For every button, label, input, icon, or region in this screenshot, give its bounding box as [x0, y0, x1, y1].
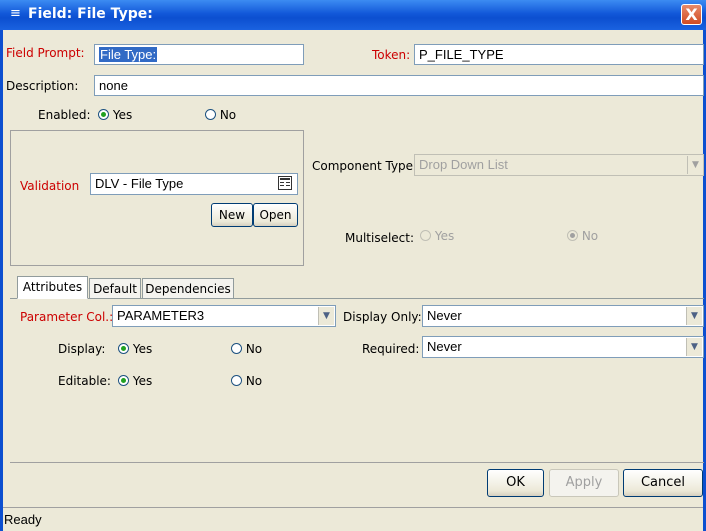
enabled-label: Enabled:: [38, 108, 91, 122]
tab-default[interactable]: Default: [89, 278, 141, 298]
radio-checked-icon: [98, 109, 109, 120]
display-yes-radio[interactable]: Yes: [118, 342, 152, 356]
radio-unchecked-icon: [231, 375, 242, 386]
tab-dependencies[interactable]: Dependencies: [142, 278, 234, 298]
display-no-radio[interactable]: No: [231, 342, 262, 356]
parameter-col-label: Parameter Col.:: [20, 310, 114, 324]
field-prompt-input[interactable]: File Type:: [94, 44, 304, 65]
editable-yes-label: Yes: [132, 374, 153, 388]
multiselect-no-radio[interactable]: No: [567, 229, 598, 243]
radio-checked-icon: [118, 375, 129, 386]
window-icon: ≡: [10, 6, 21, 21]
token-input[interactable]: P_FILE_TYPE: [414, 44, 704, 65]
component-type-dropdown[interactable]: Drop Down List: [414, 154, 704, 176]
chevron-down-icon[interactable]: ▼: [686, 307, 702, 325]
window-border-left: [0, 30, 3, 531]
display-only-dropdown[interactable]: Never: [422, 305, 704, 327]
editable-no-label: No: [245, 374, 263, 388]
radio-unchecked-icon: [205, 109, 216, 120]
enabled-no-radio[interactable]: No: [205, 108, 236, 122]
editable-no-radio[interactable]: No: [231, 374, 262, 388]
parameter-col-dropdown[interactable]: PARAMETER3: [112, 305, 336, 327]
validation-group: [10, 130, 304, 266]
enabled-yes-label: Yes: [112, 108, 133, 122]
status-text: Ready: [4, 512, 42, 527]
validation-input[interactable]: DLV - File Type: [90, 173, 298, 195]
ok-button[interactable]: OK: [487, 469, 544, 497]
field-prompt-value: File Type:: [99, 47, 158, 62]
lookup-icon[interactable]: [278, 176, 292, 190]
display-only-label: Display Only:: [343, 310, 422, 324]
multiselect-yes-label: Yes: [434, 229, 455, 243]
enabled-no-label: No: [219, 108, 237, 122]
description-input[interactable]: none: [94, 75, 704, 96]
radio-unchecked-icon: [420, 230, 431, 241]
new-button[interactable]: New: [211, 203, 253, 227]
display-yes-label: Yes: [132, 342, 153, 356]
multiselect-label: Multiselect:: [345, 231, 415, 245]
apply-button[interactable]: Apply: [549, 469, 619, 497]
chevron-down-icon[interactable]: ▼: [686, 338, 702, 356]
open-button[interactable]: Open: [253, 203, 298, 227]
editable-label: Editable:: [58, 374, 111, 388]
radio-checked-icon: [567, 230, 578, 241]
validation-label: Validation: [20, 179, 80, 193]
display-label: Display:: [58, 342, 106, 356]
multiselect-yes-radio[interactable]: Yes: [420, 229, 454, 243]
tab-attributes[interactable]: Attributes: [17, 276, 88, 299]
enabled-yes-radio[interactable]: Yes: [98, 108, 132, 122]
window-title: Field: File Type:: [28, 6, 153, 22]
component-type-label: Component Type:: [312, 159, 418, 173]
editable-yes-radio[interactable]: Yes: [118, 374, 152, 388]
field-prompt-label: Field Prompt:: [6, 46, 85, 60]
display-no-label: No: [245, 342, 263, 356]
radio-checked-icon: [118, 343, 129, 354]
chevron-down-icon[interactable]: ▼: [318, 307, 334, 325]
close-button[interactable]: X: [681, 4, 702, 25]
multiselect-no-label: No: [581, 229, 599, 243]
required-label: Required:: [362, 342, 420, 356]
chevron-down-icon: ▼: [687, 156, 703, 174]
cancel-button[interactable]: Cancel: [623, 469, 703, 497]
status-bar: Ready: [3, 507, 703, 531]
description-label: Description:: [6, 79, 79, 93]
required-dropdown[interactable]: Never: [422, 336, 704, 358]
radio-unchecked-icon: [231, 343, 242, 354]
token-label: Token:: [372, 48, 411, 62]
footer-separator: [10, 462, 704, 463]
